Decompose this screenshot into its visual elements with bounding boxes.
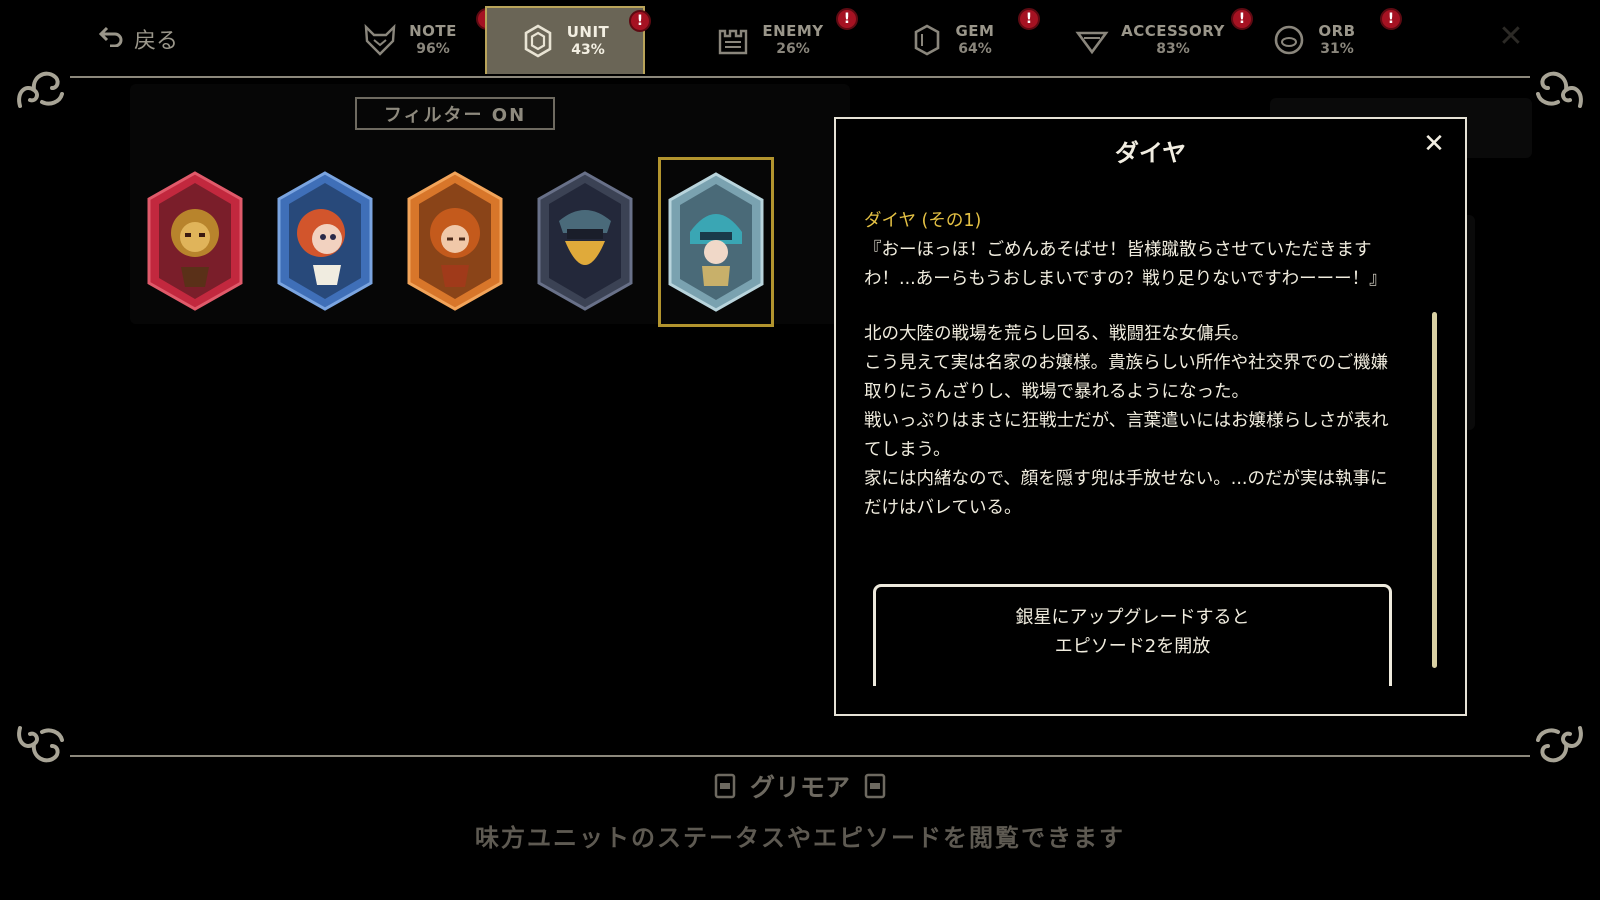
gem-icon	[910, 23, 944, 57]
tab-note[interactable]: NOTE96% !	[330, 6, 498, 74]
grimoire-book-icon	[864, 773, 886, 799]
top-nav: 戻る NOTE96% ! UNIT43% ! ENEMY26% ! GEM64%…	[0, 0, 1600, 80]
unit-card[interactable]	[275, 168, 375, 314]
divider-top	[70, 76, 1530, 78]
unit-card[interactable]	[405, 168, 505, 314]
castle-icon	[716, 23, 750, 57]
alert-badge: !	[1018, 8, 1040, 30]
red-haired-girl-portrait-icon	[277, 171, 373, 311]
tab-unit-percent: 43%	[571, 41, 605, 58]
tab-orb[interactable]: ORB 31% !	[1234, 6, 1402, 74]
filter-toggle-button[interactable]: フィルター ON	[355, 97, 555, 130]
episode-line: 家には内緒なので、顔を隠す兜は手放せない。...のだが実は執事にだけはバレている…	[864, 469, 1388, 518]
helmeted-knight-girl-portrait-icon	[668, 172, 764, 312]
ornament-icon	[1532, 716, 1588, 772]
tab-accessory-percent: 83%	[1156, 40, 1190, 57]
unlock-text-line1: 銀星にアップグレードすると	[1015, 606, 1250, 628]
tab-gem-name: GEM	[955, 22, 995, 41]
close-icon[interactable]: ✕	[1419, 129, 1449, 159]
unlock-episode-button[interactable]: 銀星にアップグレードすると エピソード2を開放	[873, 584, 1392, 686]
tab-unit[interactable]: UNIT 43% !	[485, 6, 651, 74]
lion-warrior-portrait-icon	[147, 171, 243, 311]
unit-card[interactable]	[535, 168, 635, 314]
close-icon[interactable]: ✕	[1494, 20, 1528, 54]
unlock-text-line2: エピソード2を開放	[1054, 635, 1211, 657]
scrollbar[interactable]	[1432, 312, 1437, 668]
unit-card[interactable]	[145, 168, 245, 314]
episode-line: 戦いっぷりはまさに狂戦士だが、言葉遣いにはお嬢様らしさが表れてしまう。	[864, 411, 1389, 460]
tab-gem-percent: 64%	[958, 40, 992, 57]
alert-badge: !	[629, 10, 651, 32]
episode-quote: 『おーほっほ！ごめんあそばせ！皆様蹴散らさせていただきますわ！...あーらもうお…	[864, 240, 1387, 289]
ornament-icon	[12, 716, 68, 772]
orange-haired-girl-portrait-icon	[407, 171, 503, 311]
tab-orb-percent: 31%	[1320, 40, 1354, 57]
pendant-icon	[1075, 23, 1109, 57]
tab-enemy[interactable]: ENEMY 26% !	[690, 6, 858, 74]
tab-accessory[interactable]: ACCESSORY 83% !	[1055, 6, 1253, 74]
tab-note-name: NOTE	[409, 22, 457, 41]
section-description: 味方ユニットのステータスやエピソードを閲覧できます	[475, 824, 1125, 852]
tab-enemy-name: ENEMY	[762, 22, 824, 41]
tab-unit-name: UNIT	[566, 23, 610, 42]
section-title-label: グリモア	[749, 773, 850, 802]
tab-note-percent: 96%	[416, 40, 450, 57]
episode-modal: ダイヤ ✕ ダイヤ (その1) 『おーほっほ！ごめんあそばせ！皆様蹴散らさせてい…	[834, 117, 1467, 716]
back-button[interactable]: 戻る	[98, 22, 178, 56]
ornament-icon	[1532, 62, 1588, 118]
back-label: 戻る	[134, 29, 179, 54]
episode-line: こう見えて実は名家のお嬢様。貴族らしい所作や社交界でのご機嫌取りにうんざりし、戦…	[864, 353, 1389, 402]
unit-card-selected[interactable]	[658, 157, 774, 327]
tab-gem[interactable]: GEM 64% !	[872, 6, 1040, 74]
ornament-icon	[12, 62, 68, 118]
tab-orb-name: ORB	[1318, 22, 1356, 41]
episode-title: ダイヤ (その1)	[864, 211, 982, 231]
section-title: グリモア	[0, 768, 1600, 804]
fox-icon	[363, 23, 397, 57]
hexagon-gem-icon	[521, 24, 555, 58]
masked-bearded-man-portrait-icon	[537, 171, 633, 311]
alert-badge: !	[1380, 8, 1402, 30]
grimoire-book-icon	[714, 773, 736, 799]
episode-line: 北の大陸の戦場を荒らし回る、戦闘狂な女傭兵。	[864, 324, 1249, 344]
divider-bottom	[70, 755, 1530, 757]
tab-enemy-percent: 26%	[776, 40, 810, 57]
alert-badge: !	[836, 8, 858, 30]
modal-title: ダイヤ	[1114, 139, 1187, 167]
tab-accessory-name: ACCESSORY	[1121, 22, 1225, 41]
orb-icon	[1272, 23, 1306, 57]
back-arrow-icon	[98, 25, 124, 53]
